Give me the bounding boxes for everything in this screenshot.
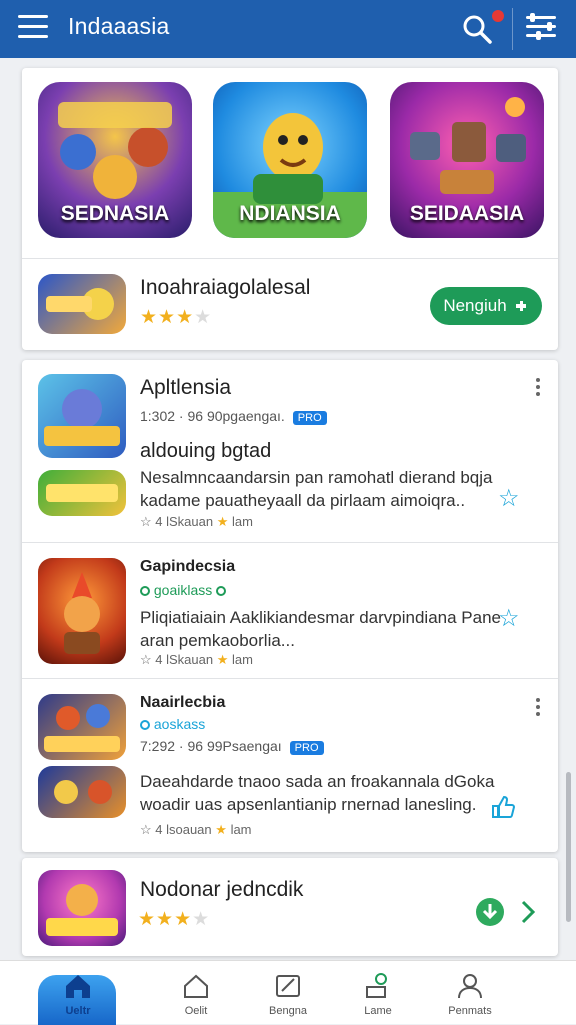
game-icon-banner <box>46 484 118 502</box>
game-icon-arena <box>44 704 120 752</box>
puzzle-icon <box>515 301 526 311</box>
appbar-divider <box>512 8 513 50</box>
app-name: Apltlensia <box>140 376 232 399</box>
download-circle-icon[interactable] <box>474 896 506 928</box>
developer-tag-text: aoskass <box>153 716 206 732</box>
app-bar: Indaaasia <box>0 0 576 58</box>
nav-item-3[interactable]: Bengna <box>242 961 334 1025</box>
divider <box>22 258 558 259</box>
featured-card: SEDNASIA NDIANSIA SEIDAASIA Inoahraiagol… <box>22 68 558 350</box>
star-icon: ★ <box>216 514 229 529</box>
app-name: Nodonar jedncdik <box>140 878 304 901</box>
featured-app-label: SEDNASIA <box>60 202 170 225</box>
notification-dot <box>492 10 504 22</box>
game-icon-heroes-alt <box>54 780 112 804</box>
footer-left: ☆ 4 lsoauan <box>140 822 212 837</box>
nav-label: Bengna <box>269 1005 307 1017</box>
install-button[interactable]: Nengiuh <box>430 287 542 325</box>
game-icon-warrior <box>64 572 100 654</box>
verified-dot-icon <box>140 586 150 596</box>
download-icon <box>366 973 387 998</box>
promo-app-icon[interactable] <box>38 274 126 334</box>
app-name: Gapindecsia <box>140 558 236 575</box>
featured-app-label: SEIDAASIA <box>409 202 525 225</box>
scrollbar[interactable] <box>566 772 571 922</box>
footer-right: lam <box>232 652 253 667</box>
nav-label: Oelit <box>184 1005 208 1017</box>
app-description: Pliqiatiaiain Aaklikiandesmar darvpindia… <box>140 608 502 650</box>
app-rating: ★★★★ <box>138 909 211 930</box>
featured-app-2[interactable]: NDIANSIA <box>213 82 367 238</box>
favorite-star-icon[interactable]: ☆ <box>498 604 520 633</box>
app-footer: ☆ 4 lsoauan ★ lam <box>140 822 252 838</box>
pro-badge: PRO <box>292 411 327 425</box>
app-icon-secondary <box>38 470 126 516</box>
home-icon <box>66 975 90 998</box>
app-icon[interactable] <box>38 870 126 946</box>
app-list-card: Apltlensia 1:302 · 96 90pgaengaı. PRO ald… <box>22 360 558 852</box>
app-icon-secondary <box>38 766 126 818</box>
star-icon: ★ <box>215 822 227 837</box>
developer-tag-text: goaiklass <box>153 582 213 598</box>
app-meta-text: 7:292 · 96 99Psaengaı <box>140 738 282 754</box>
app-title: Indaaasia <box>68 13 170 39</box>
footer-left: ☆ 4 lSkauan <box>140 514 214 529</box>
footer-right: lam <box>232 514 253 529</box>
app-footer: ☆ 4 lSkauan ★ lam <box>140 652 253 668</box>
favorite-star-icon[interactable]: ☆ <box>498 484 520 513</box>
app-meta: 7:292 · 96 99Psaengaı PRO <box>140 738 324 755</box>
app-description: Nesalmncaandarsin pan ramohatl dierand b… <box>140 468 493 510</box>
chevron-right-icon[interactable] <box>518 898 538 926</box>
filter-icon[interactable] <box>526 13 556 42</box>
bottom-app-card[interactable]: Nodonar jedncdik ★★★★ <box>22 858 558 956</box>
promo-rating: ★★★★ <box>140 307 213 328</box>
more-options-icon[interactable] <box>536 378 542 399</box>
house-outline-icon <box>184 974 208 998</box>
game-icon-character <box>46 884 118 936</box>
developer-tag: aoskass <box>140 716 205 732</box>
game-icon-robot <box>44 389 120 446</box>
verified-dot-icon <box>140 720 150 730</box>
developer-tag: goaiklass <box>140 582 227 598</box>
footer-left: ☆ 4 lSkauan <box>140 652 214 667</box>
divider <box>22 542 558 543</box>
edit-note-icon <box>276 975 300 997</box>
nav-label: Lame <box>364 1005 392 1017</box>
pro-badge: PRO <box>289 741 324 755</box>
app-icon[interactable] <box>38 694 126 760</box>
featured-app-1[interactable]: SEDNASIA <box>38 82 192 238</box>
nav-item-5[interactable]: Penmats <box>424 961 516 1025</box>
profile-icon <box>458 974 482 999</box>
app-meta-text: 1:302 · 96 90pgaengaı. <box>140 408 285 424</box>
star-icon: ★ <box>216 652 229 667</box>
game-icon-promo <box>46 288 114 320</box>
app-icon[interactable] <box>38 558 126 664</box>
thumbs-up-icon[interactable] <box>490 794 516 820</box>
app-footer: ☆ 4 lSkauan ★ lam <box>140 514 253 530</box>
search-icon[interactable] <box>460 12 494 46</box>
nav-item-home[interactable]: Ueltr <box>32 961 124 1025</box>
divider <box>22 678 558 679</box>
featured-app-label: NDIANSIA <box>239 202 341 225</box>
nav-label: Ueltr <box>65 1005 91 1017</box>
bottom-nav: Ueltr Oelit Bengna Lame Penmats <box>0 960 576 1025</box>
app-meta: 1:302 · 96 90pgaengaı. PRO <box>140 408 327 425</box>
app-icon[interactable] <box>38 374 126 458</box>
nav-item-2[interactable]: Oelit <box>150 961 242 1025</box>
nav-item-4[interactable]: Lame <box>332 961 424 1025</box>
featured-app-3[interactable]: SEIDAASIA <box>390 82 544 238</box>
app-subtitle: aldouing bgtad <box>140 440 272 462</box>
app-description: Daeahdarde tnaoo sada an froakannala dGo… <box>140 772 495 814</box>
verified-dot-icon <box>216 586 227 596</box>
install-button-label: Nengiuh <box>443 296 507 315</box>
hamburger-menu-icon[interactable] <box>18 15 48 41</box>
app-name: Naairlecbia <box>140 694 226 711</box>
footer-right: lam <box>230 822 252 837</box>
promo-app-name: Inoahraiagolalesal <box>140 276 311 299</box>
more-options-icon[interactable] <box>536 698 542 719</box>
nav-label: Penmats <box>448 1005 492 1017</box>
